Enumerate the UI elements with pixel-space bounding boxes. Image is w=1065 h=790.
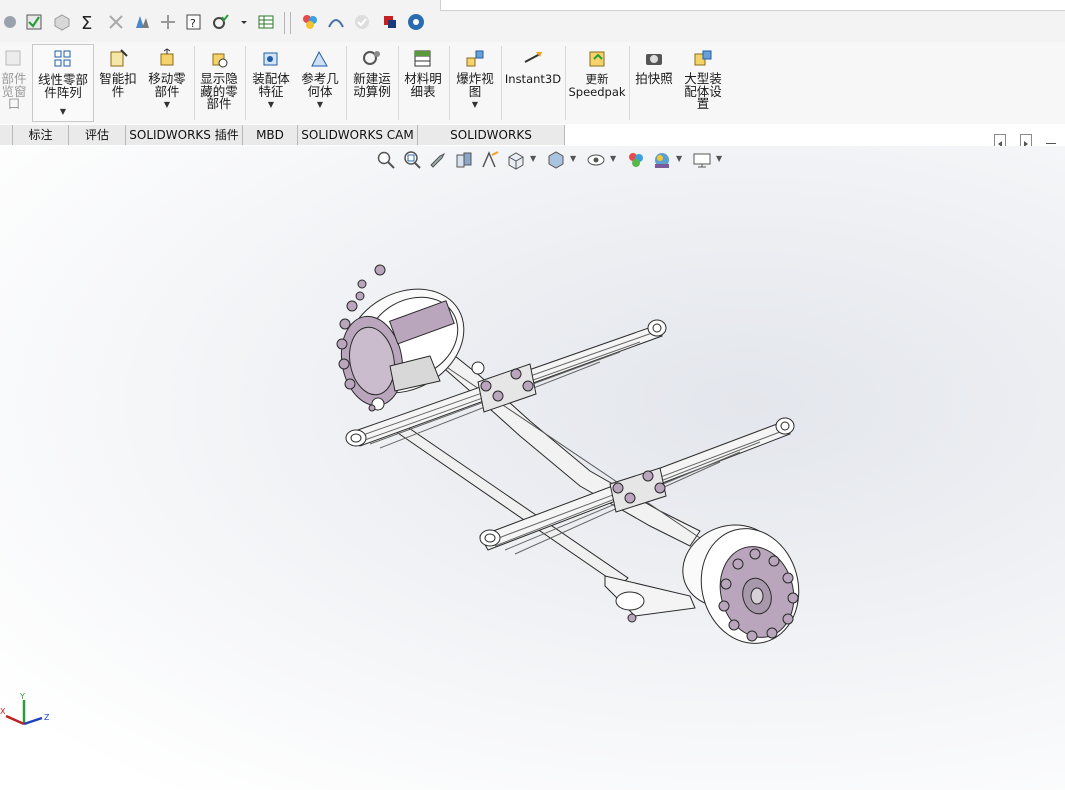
ribbon-label: 部件 览窗 口	[1, 71, 27, 111]
motion-study-icon	[363, 51, 380, 65]
triad-z-label: Z	[44, 713, 50, 722]
update-speedpak-button[interactable]: 更新 Speedpak	[568, 44, 626, 98]
large-assembly-settings-button[interactable]: 大型装 配体设 置	[680, 44, 726, 111]
ribbon-label: 智能扣 件	[99, 71, 137, 99]
chevron-down-icon[interactable]: ▼	[164, 100, 170, 109]
reference-geometry-button[interactable]: 参考几 何体 ▼	[298, 44, 342, 109]
title-strip	[440, 0, 1065, 11]
pane-icon	[5, 50, 21, 66]
tab-solidworks-inspection[interactable]: SOLIDWORKS Inspection	[418, 125, 565, 162]
chevron-down-icon[interactable]	[234, 12, 254, 32]
exploded-view-button[interactable]: 爆炸视 图 ▼	[452, 44, 498, 109]
tab-assembly[interactable]	[0, 125, 13, 145]
reference-geometry-icon	[311, 50, 328, 67]
ribbon-label: 线性零部 件阵列	[37, 72, 88, 100]
instant3d-button[interactable]: Instant3D	[504, 44, 562, 86]
ribbon-divider	[194, 46, 195, 120]
color-palette-icon[interactable]	[300, 12, 320, 32]
smart-fastener-icon	[110, 49, 128, 67]
ribbon-label: 装配体 特征	[252, 71, 290, 99]
ribbon-divider	[449, 46, 450, 120]
camera-icon	[646, 54, 662, 65]
show-hidden-icon	[212, 53, 228, 68]
tab-evaluate[interactable]: 评估	[69, 125, 126, 145]
table-icon[interactable]	[256, 12, 276, 32]
linear-pattern-icon	[54, 50, 71, 67]
chevron-down-icon[interactable]: ▼	[472, 100, 478, 109]
interference-icon[interactable]	[106, 12, 126, 32]
ribbon-label: 参考几 何体	[301, 71, 339, 99]
sum-icon[interactable]: Σ	[78, 12, 98, 32]
quick-access-toolbar: Σ ?	[0, 0, 1065, 43]
ribbon-divider	[398, 46, 399, 120]
bom-icon	[414, 50, 431, 67]
new-motion-study-button[interactable]: 新建运 动算例	[349, 44, 395, 98]
ribbon-label: 大型装 配体设 置	[684, 71, 722, 111]
show-hidden-components-button[interactable]: 显示隐 藏的零 部件	[196, 44, 242, 111]
ribbon-label: 爆炸视 图	[456, 71, 494, 99]
check-circle-icon[interactable]	[352, 12, 372, 32]
ribbon-divider	[629, 46, 630, 120]
toolbar-divider	[284, 12, 285, 34]
tab-markup[interactable]: 标注	[13, 125, 69, 145]
ribbon-divider	[501, 46, 502, 120]
chevron-down-icon[interactable]: ▼	[268, 100, 274, 109]
command-manager-ribbon: 部件 览窗 口 线性零部 件阵列 ▼ 智能扣 件 移动零 部件 ▼ 显示隐 藏的…	[0, 42, 1065, 125]
ribbon-label: 显示隐 藏的零 部件	[200, 71, 238, 111]
curvature-icon[interactable]	[326, 12, 346, 32]
ribbon-label: 新建运 动算例	[353, 71, 391, 99]
ribbon-label: 移动零 部件	[148, 71, 186, 99]
rebuild-icon[interactable]	[0, 12, 20, 32]
ribbon-label: 材料明 细表	[404, 71, 442, 99]
smart-fastener-button[interactable]: 智能扣 件	[96, 44, 140, 98]
section-icon[interactable]	[132, 12, 152, 32]
ribbon-label: 更新 Speedpak	[568, 72, 626, 99]
triad-x-label: X	[0, 707, 6, 716]
large-assembly-icon	[694, 50, 712, 66]
tab-mbd[interactable]: MBD	[243, 125, 298, 145]
take-snapshot-button[interactable]: 拍快照	[632, 44, 676, 86]
svg-text:?: ?	[190, 17, 196, 30]
graphics-area[interactable]: ▼ ▼ ▼ ▼ ▼ Y Z X	[0, 146, 1065, 790]
minimize-icon[interactable]	[1046, 143, 1056, 144]
ribbon-label: 拍快照	[635, 71, 673, 86]
ribbon-divider	[346, 46, 347, 120]
ribbon-label: Instant3D	[504, 72, 562, 86]
command-manager-tabs: 标注 评估 SOLIDWORKS 插件 MBD SOLIDWORKS CAM S…	[0, 124, 1065, 162]
ribbon-divider	[245, 46, 246, 120]
rotate-icon[interactable]	[158, 12, 178, 32]
mass-icon[interactable]	[52, 12, 72, 32]
ribbon-divider	[565, 46, 566, 120]
axle-model[interactable]	[0, 146, 1065, 790]
linear-pattern-button[interactable]: 线性零部 件阵列 ▼	[32, 44, 94, 122]
stop-icon[interactable]	[380, 12, 400, 32]
gear-check-icon[interactable]	[210, 12, 230, 32]
move-component-button[interactable]: 移动零 部件 ▼	[144, 44, 190, 109]
instant3d-icon	[524, 52, 542, 63]
chevron-down-icon[interactable]: ▼	[317, 100, 323, 109]
move-component-icon	[160, 48, 174, 66]
component-preview-window-button[interactable]: 部件 览窗 口	[0, 44, 28, 111]
assembly-feature-button[interactable]: 装配体 特征 ▼	[248, 44, 294, 109]
tab-solidworks-cam[interactable]: SOLIDWORKS CAM	[298, 125, 418, 145]
exploded-view-icon	[466, 50, 484, 67]
toolbar-divider	[290, 12, 291, 34]
svg-text:Σ: Σ	[81, 13, 92, 31]
settings-icon[interactable]	[406, 12, 426, 32]
speedpak-icon	[589, 51, 605, 67]
assembly-feature-icon	[263, 52, 278, 66]
coordinate-triad: Y Z X	[0, 692, 50, 726]
question-icon[interactable]: ?	[184, 12, 204, 32]
chevron-down-icon[interactable]: ▼	[60, 107, 66, 116]
tab-solidworks-addins[interactable]: SOLIDWORKS 插件	[126, 125, 243, 145]
check-icon[interactable]	[24, 12, 44, 32]
triad-y-label: Y	[19, 692, 25, 701]
bill-of-materials-button[interactable]: 材料明 细表	[400, 44, 446, 98]
